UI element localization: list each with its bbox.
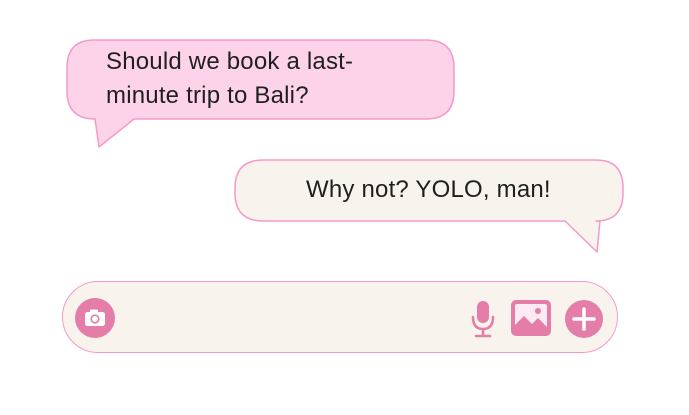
image-icon [511, 300, 551, 336]
microphone-icon [471, 301, 495, 338]
message-composer [62, 281, 618, 353]
camera-button[interactable] [75, 298, 115, 338]
image-button[interactable] [510, 299, 552, 337]
camera-icon [75, 298, 115, 338]
chat-screen: Should we book a last-minute trip to Bal… [0, 0, 689, 415]
add-button[interactable] [565, 300, 603, 338]
outgoing-message-text: Why not? YOLO, man! [306, 176, 551, 203]
microphone-button[interactable] [468, 299, 498, 339]
incoming-message-text: Should we book a last-minute trip to Bal… [106, 48, 354, 109]
plus-icon [565, 300, 603, 338]
message-input[interactable] [129, 296, 453, 340]
